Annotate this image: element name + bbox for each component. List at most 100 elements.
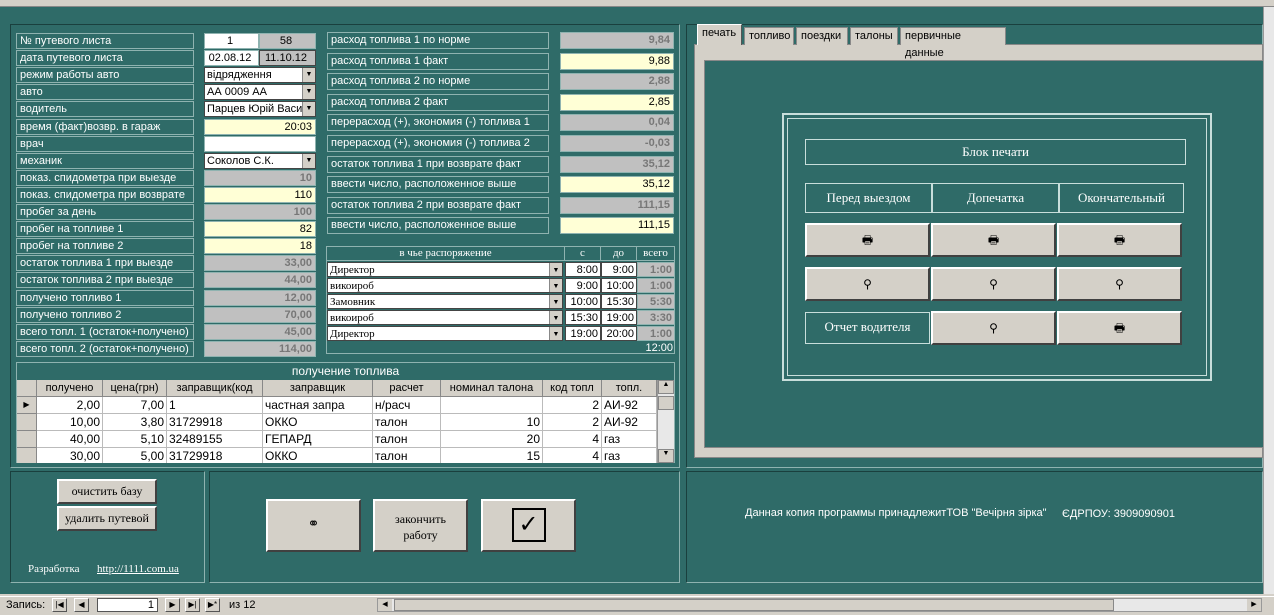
- fuel-grid-scrollbar[interactable]: ▲ ▼: [657, 380, 674, 463]
- fuel-grid[interactable]: получено цена(грн) заправщик(код заправщик р…: [17, 380, 657, 463]
- print-before-departure-button[interactable]: 🖶: [805, 223, 930, 257]
- find-button[interactable]: ⚭: [266, 499, 361, 552]
- record-number-input[interactable]: 1: [97, 598, 158, 612]
- mechanic-select[interactable]: Соколов С.К. ▼: [204, 152, 316, 169]
- fuel-summary-value[interactable]: 111,15: [560, 217, 674, 235]
- print-additional-button[interactable]: 🖶: [931, 223, 1056, 257]
- mileage-fuel2-field[interactable]: 18: [204, 238, 316, 255]
- chevron-down-icon[interactable]: ▼: [549, 295, 562, 308]
- next-record-button[interactable]: ▶: [165, 598, 180, 612]
- fuel-grid-cell[interactable]: 7,00: [103, 397, 167, 414]
- row-selector[interactable]: [17, 431, 37, 448]
- chevron-down-icon[interactable]: ▼: [302, 85, 315, 100]
- scroll-left-icon[interactable]: ◀: [378, 599, 392, 611]
- disposal-person-select[interactable]: Замовник ▼: [327, 294, 563, 309]
- fuel-grid-cell[interactable]: 31729918: [167, 414, 263, 431]
- chevron-down-icon[interactable]: ▼: [549, 263, 562, 276]
- disposal-to-field[interactable]: 20:00: [601, 326, 637, 341]
- disposal-person-select[interactable]: Директор ▼: [327, 326, 563, 341]
- chevron-down-icon[interactable]: ▼: [549, 327, 562, 340]
- fuel-grid-cell[interactable]: 2: [543, 414, 602, 431]
- fuel-grid-cell[interactable]: 20: [441, 431, 543, 448]
- waybill-number-field[interactable]: 1: [204, 33, 259, 49]
- tab-2[interactable]: поездки: [796, 27, 848, 45]
- disposal-from-field[interactable]: 10:00: [565, 294, 601, 309]
- disposal-from-field[interactable]: 15:30: [565, 310, 601, 325]
- current-row-arrow-icon[interactable]: ▶: [17, 397, 37, 414]
- disposal-to-field[interactable]: 19:00: [601, 310, 637, 325]
- return-time-field[interactable]: 20:03: [204, 118, 316, 135]
- row-selector[interactable]: [17, 414, 37, 431]
- fuel-grid-cell[interactable]: 10,00: [37, 414, 103, 431]
- fuel-grid-cell[interactable]: 15: [441, 448, 543, 463]
- preview-additional-button[interactable]: ⚲: [931, 267, 1056, 301]
- chevron-down-icon[interactable]: ▼: [302, 102, 315, 117]
- scroll-up-icon[interactable]: ▲: [658, 380, 674, 394]
- mileage-fuel1-field[interactable]: 82: [204, 221, 316, 238]
- fuel-summary-value[interactable]: 2,85: [560, 93, 674, 111]
- developer-link[interactable]: http://1111.com.ua: [97, 563, 179, 575]
- form-vertical-scrollbar[interactable]: [1263, 7, 1274, 594]
- disposal-person-select[interactable]: Директор ▼: [327, 262, 563, 277]
- confirm-button[interactable]: ✓: [481, 499, 576, 552]
- disposal-from-field[interactable]: 19:00: [565, 326, 601, 341]
- fuel-summary-value[interactable]: 9,88: [560, 52, 674, 70]
- work-mode-select[interactable]: відрядження ▼: [204, 67, 316, 84]
- disposal-person-select[interactable]: викоироб ▼: [327, 310, 563, 325]
- last-record-button[interactable]: ▶|: [185, 598, 200, 612]
- disposal-from-field[interactable]: 8:00: [565, 262, 601, 277]
- driver-report-print-button[interactable]: 🖶: [1057, 311, 1182, 345]
- fuel-grid-cell[interactable]: газ: [602, 448, 657, 463]
- tab-1[interactable]: топливо: [744, 27, 794, 45]
- fuel-grid-cell[interactable]: талон: [373, 431, 441, 448]
- disposal-to-field[interactable]: 15:30: [601, 294, 637, 309]
- fuel-grid-cell[interactable]: 5,10: [103, 431, 167, 448]
- fuel-grid-cell[interactable]: талон: [373, 414, 441, 431]
- fuel-grid-cell[interactable]: 40,00: [37, 431, 103, 448]
- fuel-grid-cell[interactable]: ГЕПАРД: [263, 431, 373, 448]
- fuel-grid-cell[interactable]: талон: [373, 448, 441, 463]
- preview-before-departure-button[interactable]: ⚲: [805, 267, 930, 301]
- driver-select[interactable]: Парцев Юрій Васи ▼: [204, 101, 316, 118]
- fuel-grid-cell[interactable]: 2: [543, 397, 602, 414]
- disposal-to-field[interactable]: 9:00: [601, 262, 637, 277]
- disposal-from-field[interactable]: 9:00: [565, 278, 601, 293]
- fuel-summary-value[interactable]: 35,12: [560, 176, 674, 194]
- waybill-date-field[interactable]: 02.08.12: [204, 50, 259, 67]
- print-final-button[interactable]: 🖶: [1057, 223, 1182, 257]
- fuel-grid-cell[interactable]: 4: [543, 431, 602, 448]
- fuel-grid-cell[interactable]: 4: [543, 448, 602, 463]
- fuel-grid-cell[interactable]: ОККО: [263, 448, 373, 463]
- tab-3[interactable]: талоны: [850, 27, 898, 45]
- fuel-grid-cell[interactable]: 31729918: [167, 448, 263, 463]
- prev-record-button[interactable]: ◀: [74, 598, 89, 612]
- fuel-grid-cell[interactable]: АИ-92: [602, 414, 657, 431]
- fuel-grid-cell[interactable]: 1: [167, 397, 263, 414]
- fuel-grid-cell[interactable]: 5,00: [103, 448, 167, 463]
- scroll-down-icon[interactable]: ▼: [658, 449, 674, 463]
- scroll-thumb[interactable]: [394, 599, 1114, 611]
- chevron-down-icon[interactable]: ▼: [549, 311, 562, 324]
- chevron-down-icon[interactable]: ▼: [302, 153, 315, 168]
- fuel-grid-cell[interactable]: 32489155: [167, 431, 263, 448]
- fuel-grid-cell[interactable]: 3,80: [103, 414, 167, 431]
- chevron-down-icon[interactable]: ▼: [549, 279, 562, 292]
- disposal-to-field[interactable]: 10:00: [601, 278, 637, 293]
- tab-0[interactable]: печать: [697, 24, 742, 45]
- fuel-grid-cell[interactable]: [441, 397, 543, 414]
- clear-database-button[interactable]: очистить базу: [57, 479, 157, 504]
- preview-final-button[interactable]: ⚲: [1057, 267, 1182, 301]
- fuel-grid-cell[interactable]: н/расч: [373, 397, 441, 414]
- driver-report-preview-button[interactable]: ⚲: [931, 311, 1056, 345]
- finish-work-button[interactable]: закончить работу: [373, 499, 468, 552]
- row-selector[interactable]: [17, 448, 37, 463]
- fuel-grid-cell[interactable]: частная запра: [263, 397, 373, 414]
- auto-select[interactable]: АА 0009 АА ▼: [204, 84, 316, 101]
- fuel-grid-cell[interactable]: 30,00: [37, 448, 103, 463]
- first-record-button[interactable]: |◀: [52, 598, 67, 612]
- new-record-button[interactable]: ▶*: [205, 598, 220, 612]
- horizontal-scrollbar[interactable]: ◀ ▶: [377, 598, 1262, 612]
- delete-waybill-button[interactable]: удалить путевой: [57, 506, 157, 531]
- fuel-grid-cell[interactable]: 10: [441, 414, 543, 431]
- fuel-grid-cell[interactable]: газ: [602, 431, 657, 448]
